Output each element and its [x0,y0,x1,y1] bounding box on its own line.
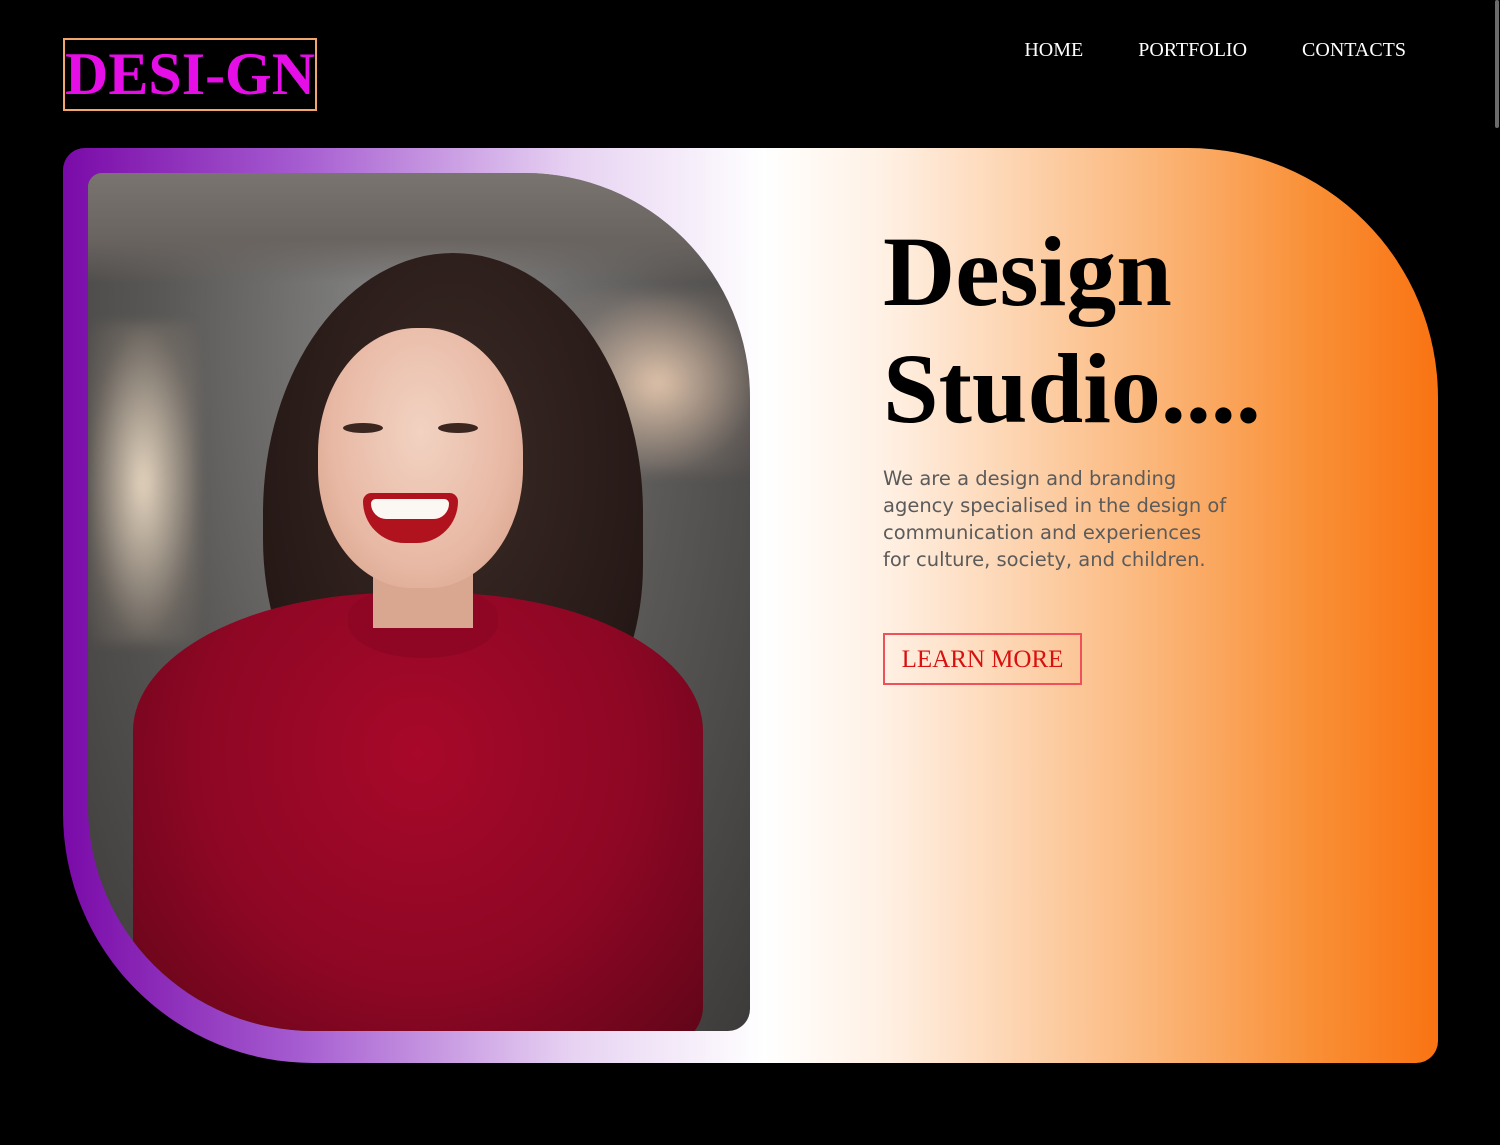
nav-link-contacts[interactable]: CONTACTS [1302,36,1406,64]
photo-teeth [371,499,449,519]
hero-description: We are a design and branding agency spec… [883,467,1227,571]
nav-link-home[interactable]: HOME [1024,36,1083,64]
photo-sweater [133,593,703,1031]
site-logo[interactable]: DESI-GN [63,38,317,111]
photo-left-eye [343,423,383,433]
photo-background-light-left [88,323,198,643]
hero-headline: Design Studio.... [883,213,1261,447]
hero-section: Design Studio.... We are a design and br… [63,148,1438,1063]
main-nav: HOME PORTFOLIO CONTACTS [1024,36,1406,64]
learn-more-button[interactable]: LEARN MORE [883,633,1082,685]
photo-face [318,328,523,588]
headline-line-1: Design [883,216,1172,327]
headline-line-2: Studio.... [883,333,1261,444]
scrollbar-thumb[interactable] [1495,0,1499,128]
page-scrollbar[interactable] [1492,0,1500,1145]
hero-photo [88,173,750,1031]
nav-link-portfolio[interactable]: PORTFOLIO [1138,36,1247,64]
photo-right-eye [438,423,478,433]
